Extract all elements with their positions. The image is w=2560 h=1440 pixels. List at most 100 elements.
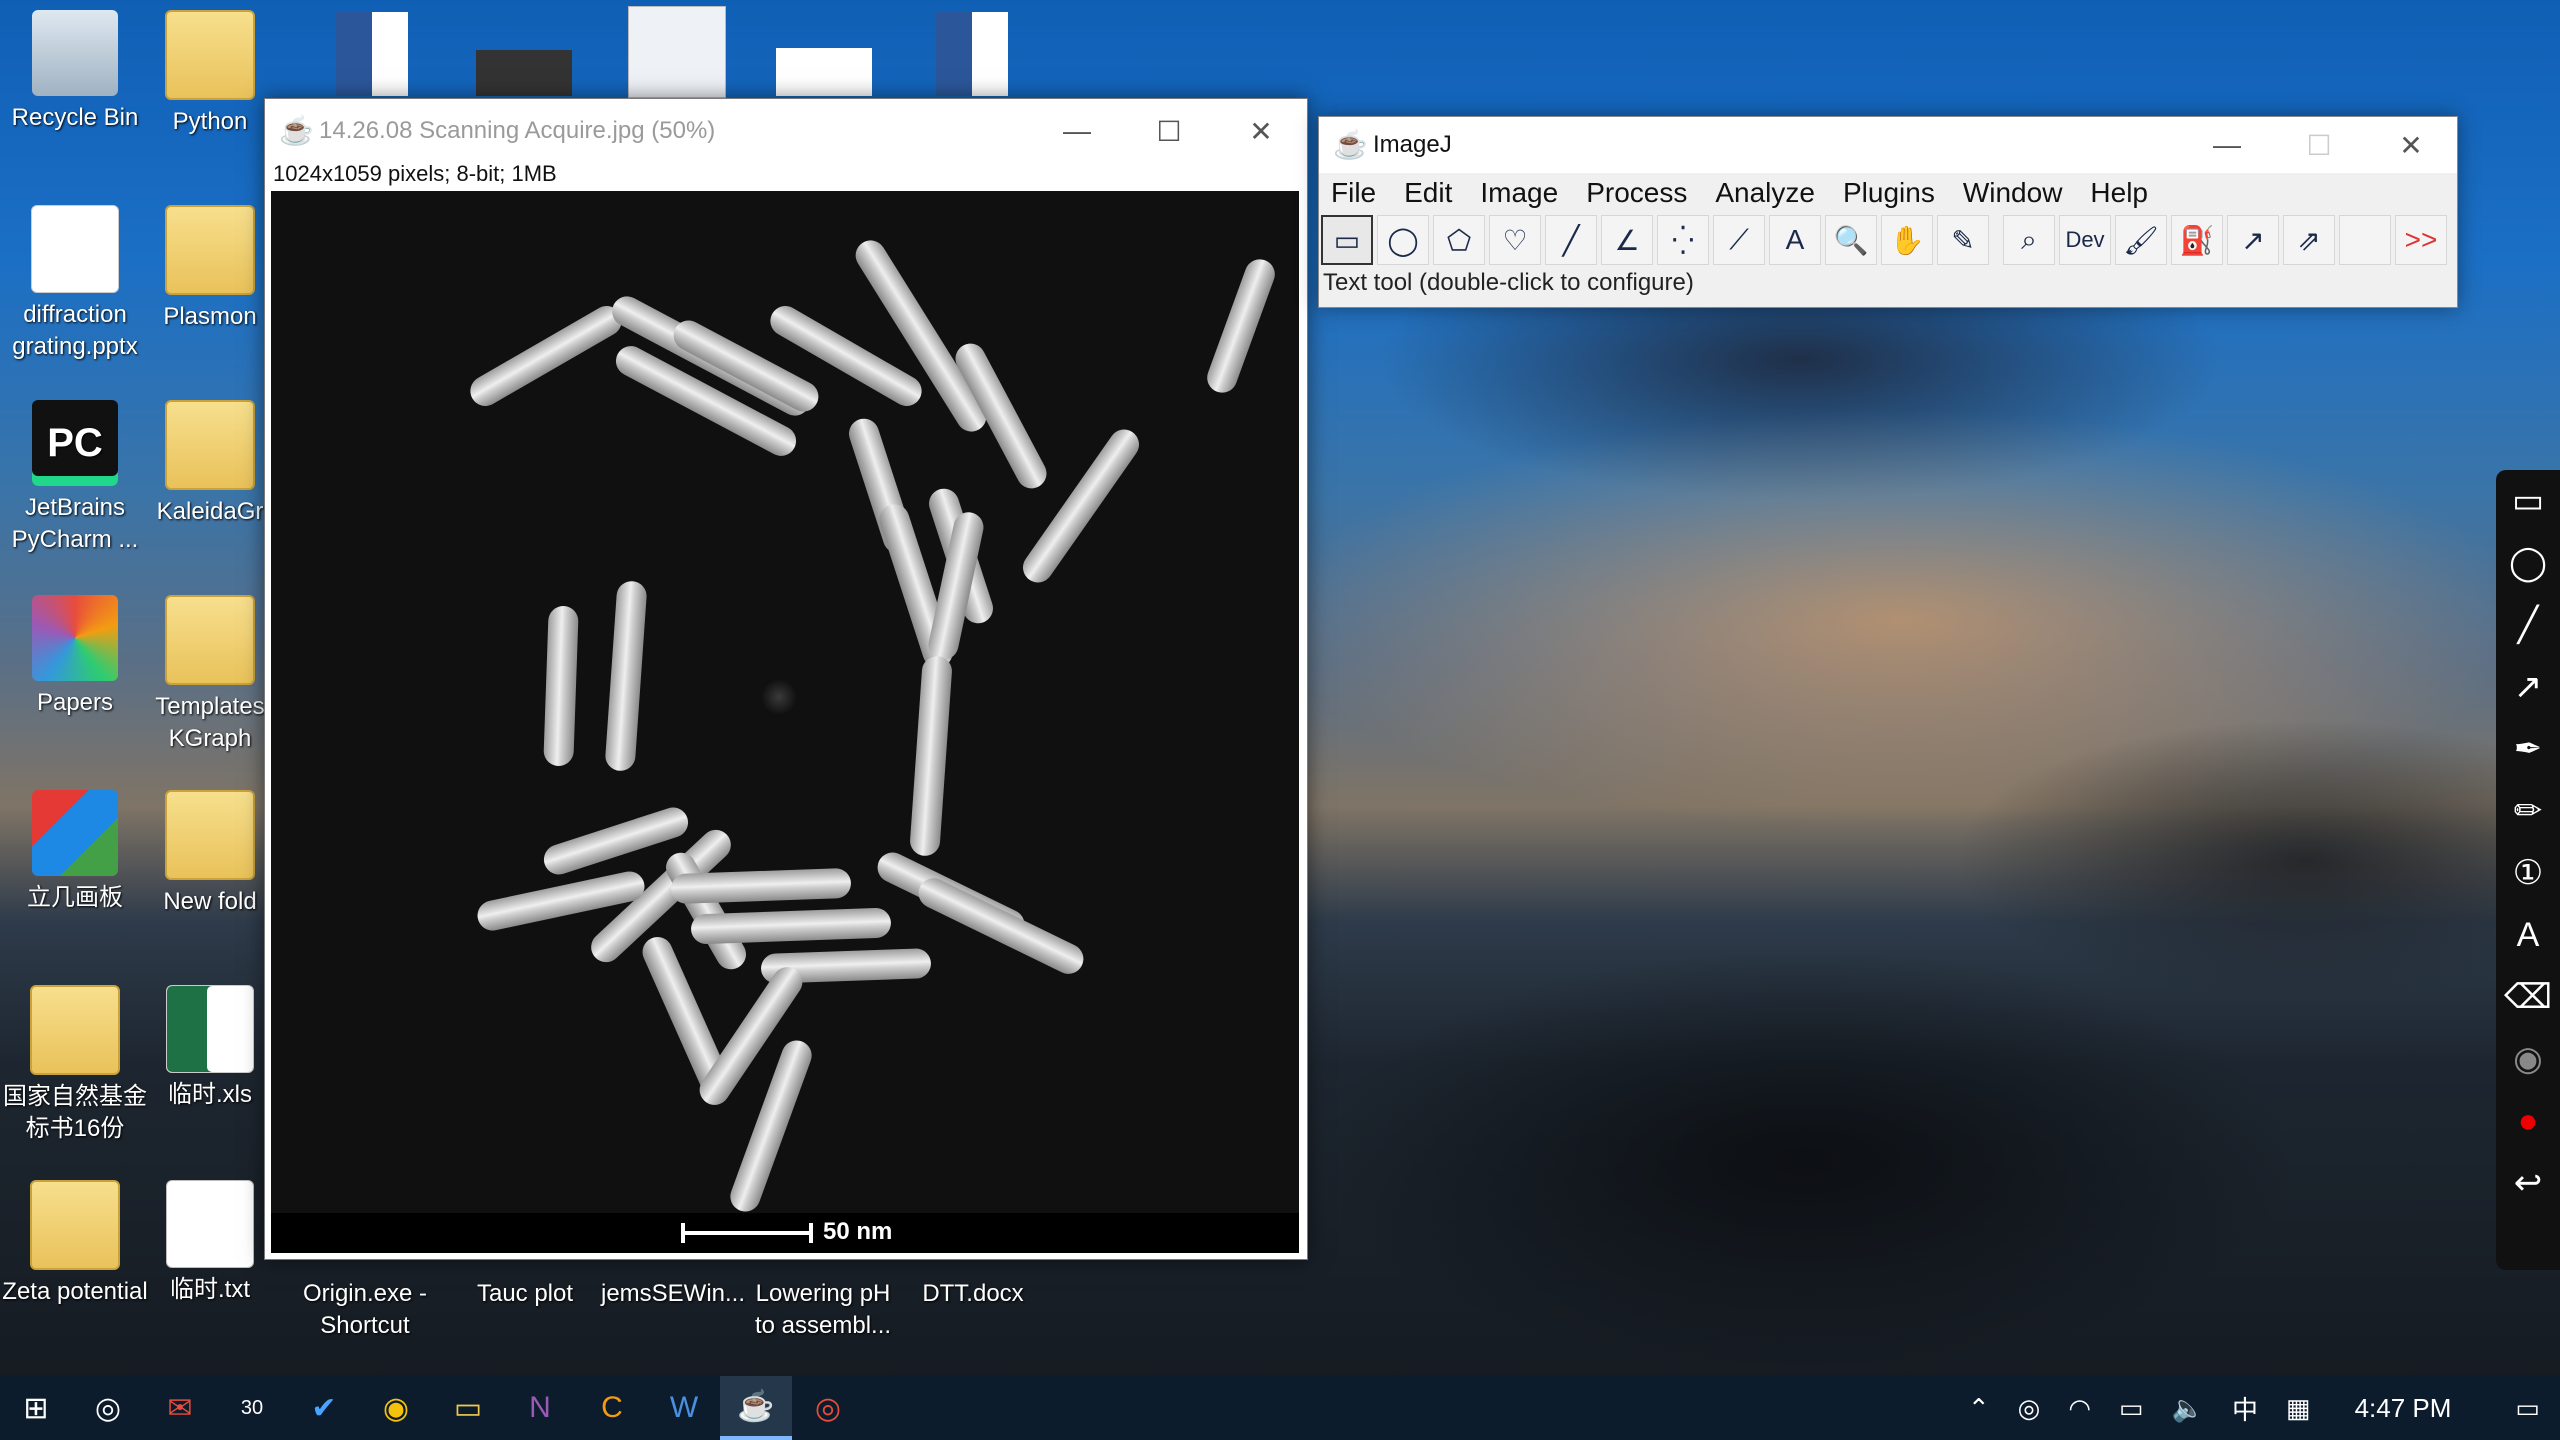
word-file-icon[interactable]	[936, 12, 1008, 96]
desktop-icon-new-folder[interactable]: New fold	[150, 790, 270, 918]
angle-arrow-tool-icon[interactable]: ⇗	[2283, 215, 2335, 265]
polygon-tool-icon[interactable]: ⬠	[1433, 215, 1485, 265]
step-number-icon[interactable]: ①	[2496, 842, 2560, 904]
image-window-titlebar[interactable]: ☕ 14.26.08 Scanning Acquire.jpg (50%) — …	[265, 99, 1307, 163]
imagej-window[interactable]: ☕ ImageJ — ☐ ✕ File Edit Image Process A…	[1318, 116, 2458, 308]
onenote-icon[interactable]: N	[504, 1376, 576, 1440]
minimize-button[interactable]: —	[1031, 99, 1123, 163]
system-tray: ⌃ ◎ ◠ ▭ 🔈 中 ▦ 4:47 PM ▭	[1954, 1376, 2560, 1440]
text-draw-icon[interactable]: A	[2496, 904, 2560, 966]
close-button[interactable]: ✕	[2365, 113, 2457, 177]
rectangle-tool-icon[interactable]: ▭	[1321, 215, 1373, 265]
word-icon[interactable]: W	[648, 1376, 720, 1440]
wifi-icon[interactable]: ◠	[2068, 1393, 2091, 1424]
desktop-icon-kaleidagraph[interactable]: KaleidaGr	[150, 400, 270, 528]
search-browser-icon[interactable]: ◎	[72, 1376, 144, 1440]
image-canvas[interactable]: 50 nm	[271, 191, 1299, 1253]
powerpoint-file-icon[interactable]	[776, 48, 872, 96]
angle-tool-icon[interactable]: ∠	[1601, 215, 1653, 265]
desktop-icon-diffraction-grating[interactable]: diffraction grating.pptx	[0, 205, 150, 363]
desktop-icon-recycle-bin[interactable]: Recycle Bin	[0, 10, 150, 134]
close-button[interactable]: ✕	[1215, 99, 1307, 163]
desktop-icon-templates-kgraph[interactable]: Templates KGraph	[150, 595, 270, 755]
wand-tool-icon[interactable]: ⟋	[1713, 215, 1765, 265]
desktop-icon-liji-huaban[interactable]: 立几画板	[0, 790, 150, 914]
desktop-icon-temp-xls[interactable]: 临时.xls	[150, 985, 270, 1111]
lookup-tool-icon[interactable]: ⌕	[2003, 215, 2055, 265]
mail-icon[interactable]: ✉	[144, 1376, 216, 1440]
desktop-icon-origin-shortcut[interactable]: Origin.exe - Shortcut	[290, 1278, 440, 1342]
desktop-icon-pycharm[interactable]: PC JetBrains PyCharm ...	[0, 400, 150, 556]
recorder-icon[interactable]: ◎	[792, 1376, 864, 1440]
chrome-icon[interactable]: ◉	[360, 1376, 432, 1440]
brush-tool-icon[interactable]: 🖌	[2115, 215, 2167, 265]
nanorod	[670, 867, 852, 905]
color-picker-tool-icon[interactable]: ✎	[1937, 215, 1989, 265]
menu-help[interactable]: Help	[2090, 177, 2148, 209]
blank-tool-slot[interactable]	[2339, 215, 2391, 265]
calendar-icon[interactable]: 30	[216, 1376, 288, 1440]
line-draw-icon[interactable]: ╱	[2496, 594, 2560, 656]
ime-mode-icon[interactable]: ▦	[2286, 1393, 2311, 1424]
arrow-tool-icon[interactable]: ↗	[2227, 215, 2279, 265]
record-toggle-icon[interactable]: ◉	[2496, 1028, 2560, 1090]
undo-icon[interactable]: ↩	[2496, 1152, 2560, 1214]
ime-indicator[interactable]: 中	[2232, 1390, 2258, 1427]
desktop-icon-nsfc-proposals[interactable]: 国家自然基金标书16份	[0, 985, 150, 1145]
flood-fill-tool-icon[interactable]: ⛽	[2171, 215, 2223, 265]
file-explorer-icon[interactable]: ▭	[432, 1376, 504, 1440]
word-file-icon[interactable]	[336, 12, 408, 96]
notifications-icon[interactable]: ▭	[2515, 1393, 2540, 1424]
desktop-icon-tauc-plot[interactable]: Tauc plot	[450, 1278, 600, 1310]
desktop-icon-dtt-docx[interactable]: DTT.docx	[898, 1278, 1048, 1310]
menu-process[interactable]: Process	[1586, 177, 1687, 209]
imagej-taskbar-icon[interactable]: ☕	[720, 1376, 792, 1440]
desktop-icon-python[interactable]: Python	[150, 10, 270, 138]
maximize-button[interactable]: ☐	[2273, 113, 2365, 177]
start-button-windows-icon[interactable]: ⊞	[0, 1376, 72, 1440]
imagej-titlebar[interactable]: ☕ ImageJ — ☐ ✕	[1319, 117, 2457, 173]
red-color-icon[interactable]: ●	[2496, 1090, 2560, 1152]
more-tools-button[interactable]: >>	[2395, 215, 2447, 265]
line-tool-icon[interactable]: ╱	[1545, 215, 1597, 265]
todo-icon[interactable]: ✔	[288, 1376, 360, 1440]
multipoint-tool-icon[interactable]: ⁛	[1657, 215, 1709, 265]
maximize-button[interactable]: ☐	[1123, 99, 1215, 163]
desktop-icon-plasmon[interactable]: Plasmon	[150, 205, 270, 333]
magnifier-tool-icon[interactable]: 🔍	[1825, 215, 1877, 265]
imagej-cup-icon: ☕	[1333, 129, 1368, 160]
annotation-toolbar: ▭ ◯ ╱ ↗ ✒ ✏ ① A ⌫ ◉ ● ↩	[2496, 470, 2560, 1270]
eraser-icon[interactable]: ⌫	[2496, 966, 2560, 1028]
menu-file[interactable]: File	[1331, 177, 1376, 209]
document-thumbnail-icon[interactable]	[628, 6, 726, 98]
volume-icon[interactable]: 🔈	[2172, 1393, 2204, 1424]
menu-window[interactable]: Window	[1963, 177, 2063, 209]
desktop-icon-temp-txt[interactable]: 临时.txt	[150, 1180, 270, 1306]
image-thumbnail-icon[interactable]	[476, 50, 572, 96]
minimize-button[interactable]: —	[2181, 113, 2273, 177]
menu-edit[interactable]: Edit	[1404, 177, 1452, 209]
snagit-icon[interactable]: C	[576, 1376, 648, 1440]
clock[interactable]: 4:47 PM	[2355, 1393, 2452, 1424]
freehand-tool-icon[interactable]: ♡	[1489, 215, 1541, 265]
desktop-icon-lowering-ph[interactable]: Lowering pH to assembl...	[748, 1278, 898, 1342]
dev-tool-button[interactable]: Dev	[2059, 215, 2111, 265]
oval-tool-icon[interactable]: ◯	[1377, 215, 1429, 265]
image-window[interactable]: ☕ 14.26.08 Scanning Acquire.jpg (50%) — …	[264, 98, 1308, 1260]
ellipse-draw-icon[interactable]: ◯	[2496, 532, 2560, 594]
rectangle-draw-icon[interactable]: ▭	[2496, 470, 2560, 532]
hand-tool-icon[interactable]: ✋	[1881, 215, 1933, 265]
battery-icon[interactable]: ▭	[2119, 1393, 2144, 1424]
highlighter-icon[interactable]: ✏	[2496, 780, 2560, 842]
menu-image[interactable]: Image	[1480, 177, 1558, 209]
desktop-icon-jemsse[interactable]: jemsSEWin...	[598, 1278, 748, 1310]
desktop-icon-zeta-potential[interactable]: Zeta potential	[0, 1180, 150, 1308]
pen-icon[interactable]: ✒	[2496, 718, 2560, 780]
menu-analyze[interactable]: Analyze	[1715, 177, 1815, 209]
menu-plugins[interactable]: Plugins	[1843, 177, 1935, 209]
desktop-icon-papers[interactable]: Papers	[0, 595, 150, 719]
app-tray-icon[interactable]: ◎	[2018, 1393, 2041, 1424]
show-hidden-icons-chevron-icon[interactable]: ⌃	[1968, 1393, 1990, 1424]
text-tool-icon[interactable]: A	[1769, 215, 1821, 265]
arrow-draw-icon[interactable]: ↗	[2496, 656, 2560, 718]
